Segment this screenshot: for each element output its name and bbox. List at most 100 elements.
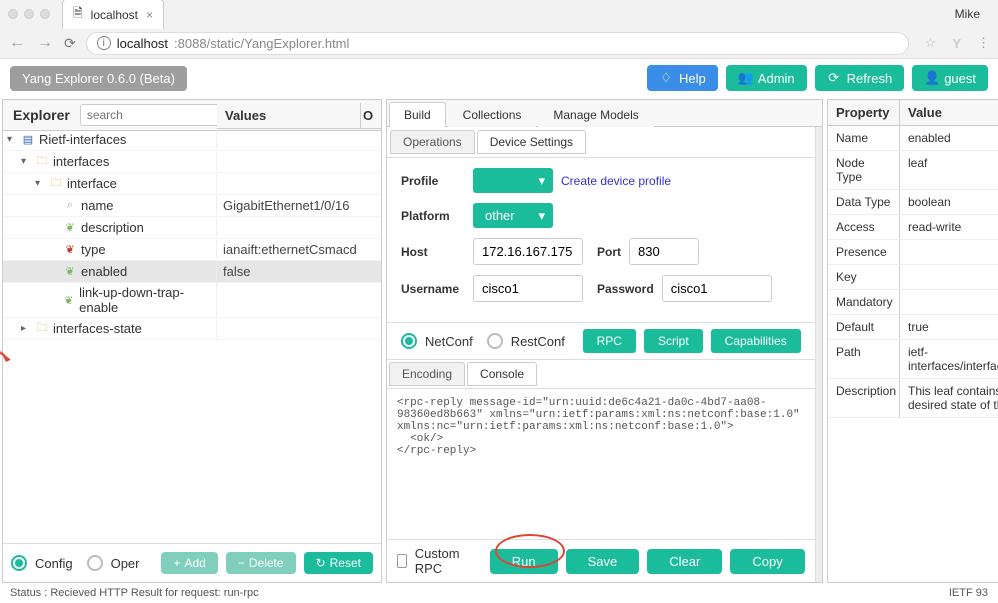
tree-value: GigabitEthernet1/0/16 xyxy=(217,196,381,215)
close-icon[interactable]: × xyxy=(146,8,153,22)
tree-label: type xyxy=(81,242,106,257)
tree-value xyxy=(217,226,381,230)
tree-row[interactable]: ❦enabledfalse xyxy=(3,261,381,283)
property-row: Data Typeboolean xyxy=(828,190,998,215)
property-value: This leaf contains the configured, desir… xyxy=(900,379,998,417)
tab-manage-models[interactable]: Manage Models xyxy=(538,102,653,127)
property-value: leaf xyxy=(900,151,998,189)
property-value: ietf-interfaces/interfaces/interface/ena… xyxy=(900,340,998,378)
profile-select[interactable] xyxy=(473,168,553,193)
tree-row[interactable]: ❦description xyxy=(3,217,381,239)
delete-button[interactable]: −Delete xyxy=(226,552,296,574)
oper-radio[interactable] xyxy=(87,555,103,571)
folder-open-icon: 🗀 xyxy=(35,155,49,169)
tree-value: ianaift:ethernetCsmacd xyxy=(217,240,381,259)
property-row: DescriptionThis leaf contains the config… xyxy=(828,379,998,418)
capabilities-button[interactable]: Capabilities xyxy=(711,329,801,353)
tree-label: interfaces xyxy=(53,154,109,169)
port-input[interactable] xyxy=(629,238,699,265)
tree-row[interactable]: ▾▤Rietf-interfaces xyxy=(3,129,381,151)
platform-select[interactable]: other xyxy=(473,203,553,228)
back-button[interactable]: ← xyxy=(8,34,26,52)
run-button[interactable]: Run xyxy=(490,549,558,574)
property-value: enabled xyxy=(900,126,998,150)
property-row: Key xyxy=(828,265,998,290)
bookmark-icon[interactable]: ☆ xyxy=(925,35,937,51)
tree-row[interactable]: ▸🗀interfaces-state xyxy=(3,318,381,340)
reset-button[interactable]: ↻Reset xyxy=(304,552,373,574)
menu-icon[interactable]: ⋮ xyxy=(977,35,990,51)
clear-button[interactable]: Clear xyxy=(647,549,722,574)
host-input[interactable] xyxy=(473,238,583,265)
subtab-operations[interactable]: Operations xyxy=(390,130,475,154)
address-bar[interactable]: i localhost:8088/static/YangExplorer.htm… xyxy=(86,32,909,55)
property-key: Name xyxy=(828,126,900,150)
property-key: Mandatory xyxy=(828,290,900,314)
tree-row[interactable]: ▾🗀interface xyxy=(3,173,381,195)
tree-value xyxy=(217,138,381,142)
property-key: Path xyxy=(828,340,900,378)
tab-build[interactable]: Build xyxy=(389,102,446,127)
restconf-label: RestConf xyxy=(511,334,565,349)
tree-label: name xyxy=(81,198,114,213)
extension-icon[interactable]: Y xyxy=(952,36,961,51)
config-radio[interactable] xyxy=(11,555,27,571)
help-button[interactable]: ♢Help xyxy=(647,65,718,91)
netconf-radio[interactable] xyxy=(401,333,417,349)
explorer-title: Explorer xyxy=(7,107,76,123)
browser-tab[interactable]: 🗎 localhost × xyxy=(62,0,164,29)
leaf-red-icon: ❦ xyxy=(63,243,77,257)
info-icon[interactable]: i xyxy=(97,36,111,50)
property-key: Default xyxy=(828,315,900,339)
console-output[interactable]: <rpc-reply message-id="urn:uuid:de6c4a21… xyxy=(387,389,815,539)
admin-button[interactable]: 👥Admin xyxy=(726,65,807,91)
custom-rpc-label: Custom RPC xyxy=(415,546,464,576)
host-label: Host xyxy=(401,245,465,259)
encoding-tab[interactable]: Encoding xyxy=(389,362,465,386)
config-label: Config xyxy=(35,556,73,571)
values-header: Values xyxy=(217,103,361,128)
property-value xyxy=(900,290,998,314)
property-header: Property xyxy=(828,100,900,125)
browser-chrome: 🗎 localhost × Mike ← → ⟳ i localhost:808… xyxy=(0,0,998,59)
property-key: Access xyxy=(828,215,900,239)
console-tab[interactable]: Console xyxy=(467,362,537,386)
key-grey-icon: ⌕ xyxy=(63,199,77,213)
copy-button[interactable]: Copy xyxy=(730,549,804,574)
rpc-button[interactable]: RPC xyxy=(583,329,636,353)
refresh-button[interactable]: ⟳Refresh xyxy=(815,65,905,91)
tree-row[interactable]: ❦ type ianaift:ethernetCsmacd xyxy=(3,239,381,261)
tree-row[interactable]: ▾🗀interfaces xyxy=(3,151,381,173)
restconf-radio[interactable] xyxy=(487,333,503,349)
add-button[interactable]: +Add xyxy=(161,552,217,574)
users-icon: 👥 xyxy=(738,70,752,86)
window-controls[interactable] xyxy=(8,9,50,19)
property-value xyxy=(900,240,998,264)
book-blue-icon: ▤ xyxy=(21,133,35,147)
guest-button[interactable]: 👤guest xyxy=(912,65,988,91)
tree-label: link-up-down-trap-enable xyxy=(79,285,212,315)
tab-title: localhost xyxy=(91,8,138,22)
custom-rpc-checkbox[interactable] xyxy=(397,554,407,568)
tree-row[interactable]: ❦link-up-down-trap-enable xyxy=(3,283,381,318)
save-button[interactable]: Save xyxy=(566,549,640,574)
password-input[interactable] xyxy=(662,275,772,302)
reset-icon: ↻ xyxy=(316,556,326,570)
subtab-device-settings[interactable]: Device Settings xyxy=(477,130,586,154)
scrollbar[interactable] xyxy=(815,127,822,582)
profile-name[interactable]: Mike xyxy=(955,7,990,21)
reload-button[interactable]: ⟳ xyxy=(64,35,76,52)
create-profile-link[interactable]: Create device profile xyxy=(561,174,671,188)
property-key: Presence xyxy=(828,240,900,264)
script-button[interactable]: Script xyxy=(644,329,703,353)
username-input[interactable] xyxy=(473,275,583,302)
tree-row[interactable]: ⌕ name GigabitEthernet1/0/16 xyxy=(3,195,381,217)
app-top-bar: Yang Explorer 0.6.0 (Beta) ♢Help 👥Admin … xyxy=(0,59,998,97)
ops-header: O xyxy=(361,103,381,128)
explorer-tree[interactable]: ▾▤Rietf-interfaces▾🗀interfaces▾🗀interfac… xyxy=(3,129,381,543)
tree-value xyxy=(217,160,381,164)
profile-label: Profile xyxy=(401,174,465,188)
tab-collections[interactable]: Collections xyxy=(448,102,537,127)
tree-value xyxy=(217,182,381,186)
property-row: Node Typeleaf xyxy=(828,151,998,190)
